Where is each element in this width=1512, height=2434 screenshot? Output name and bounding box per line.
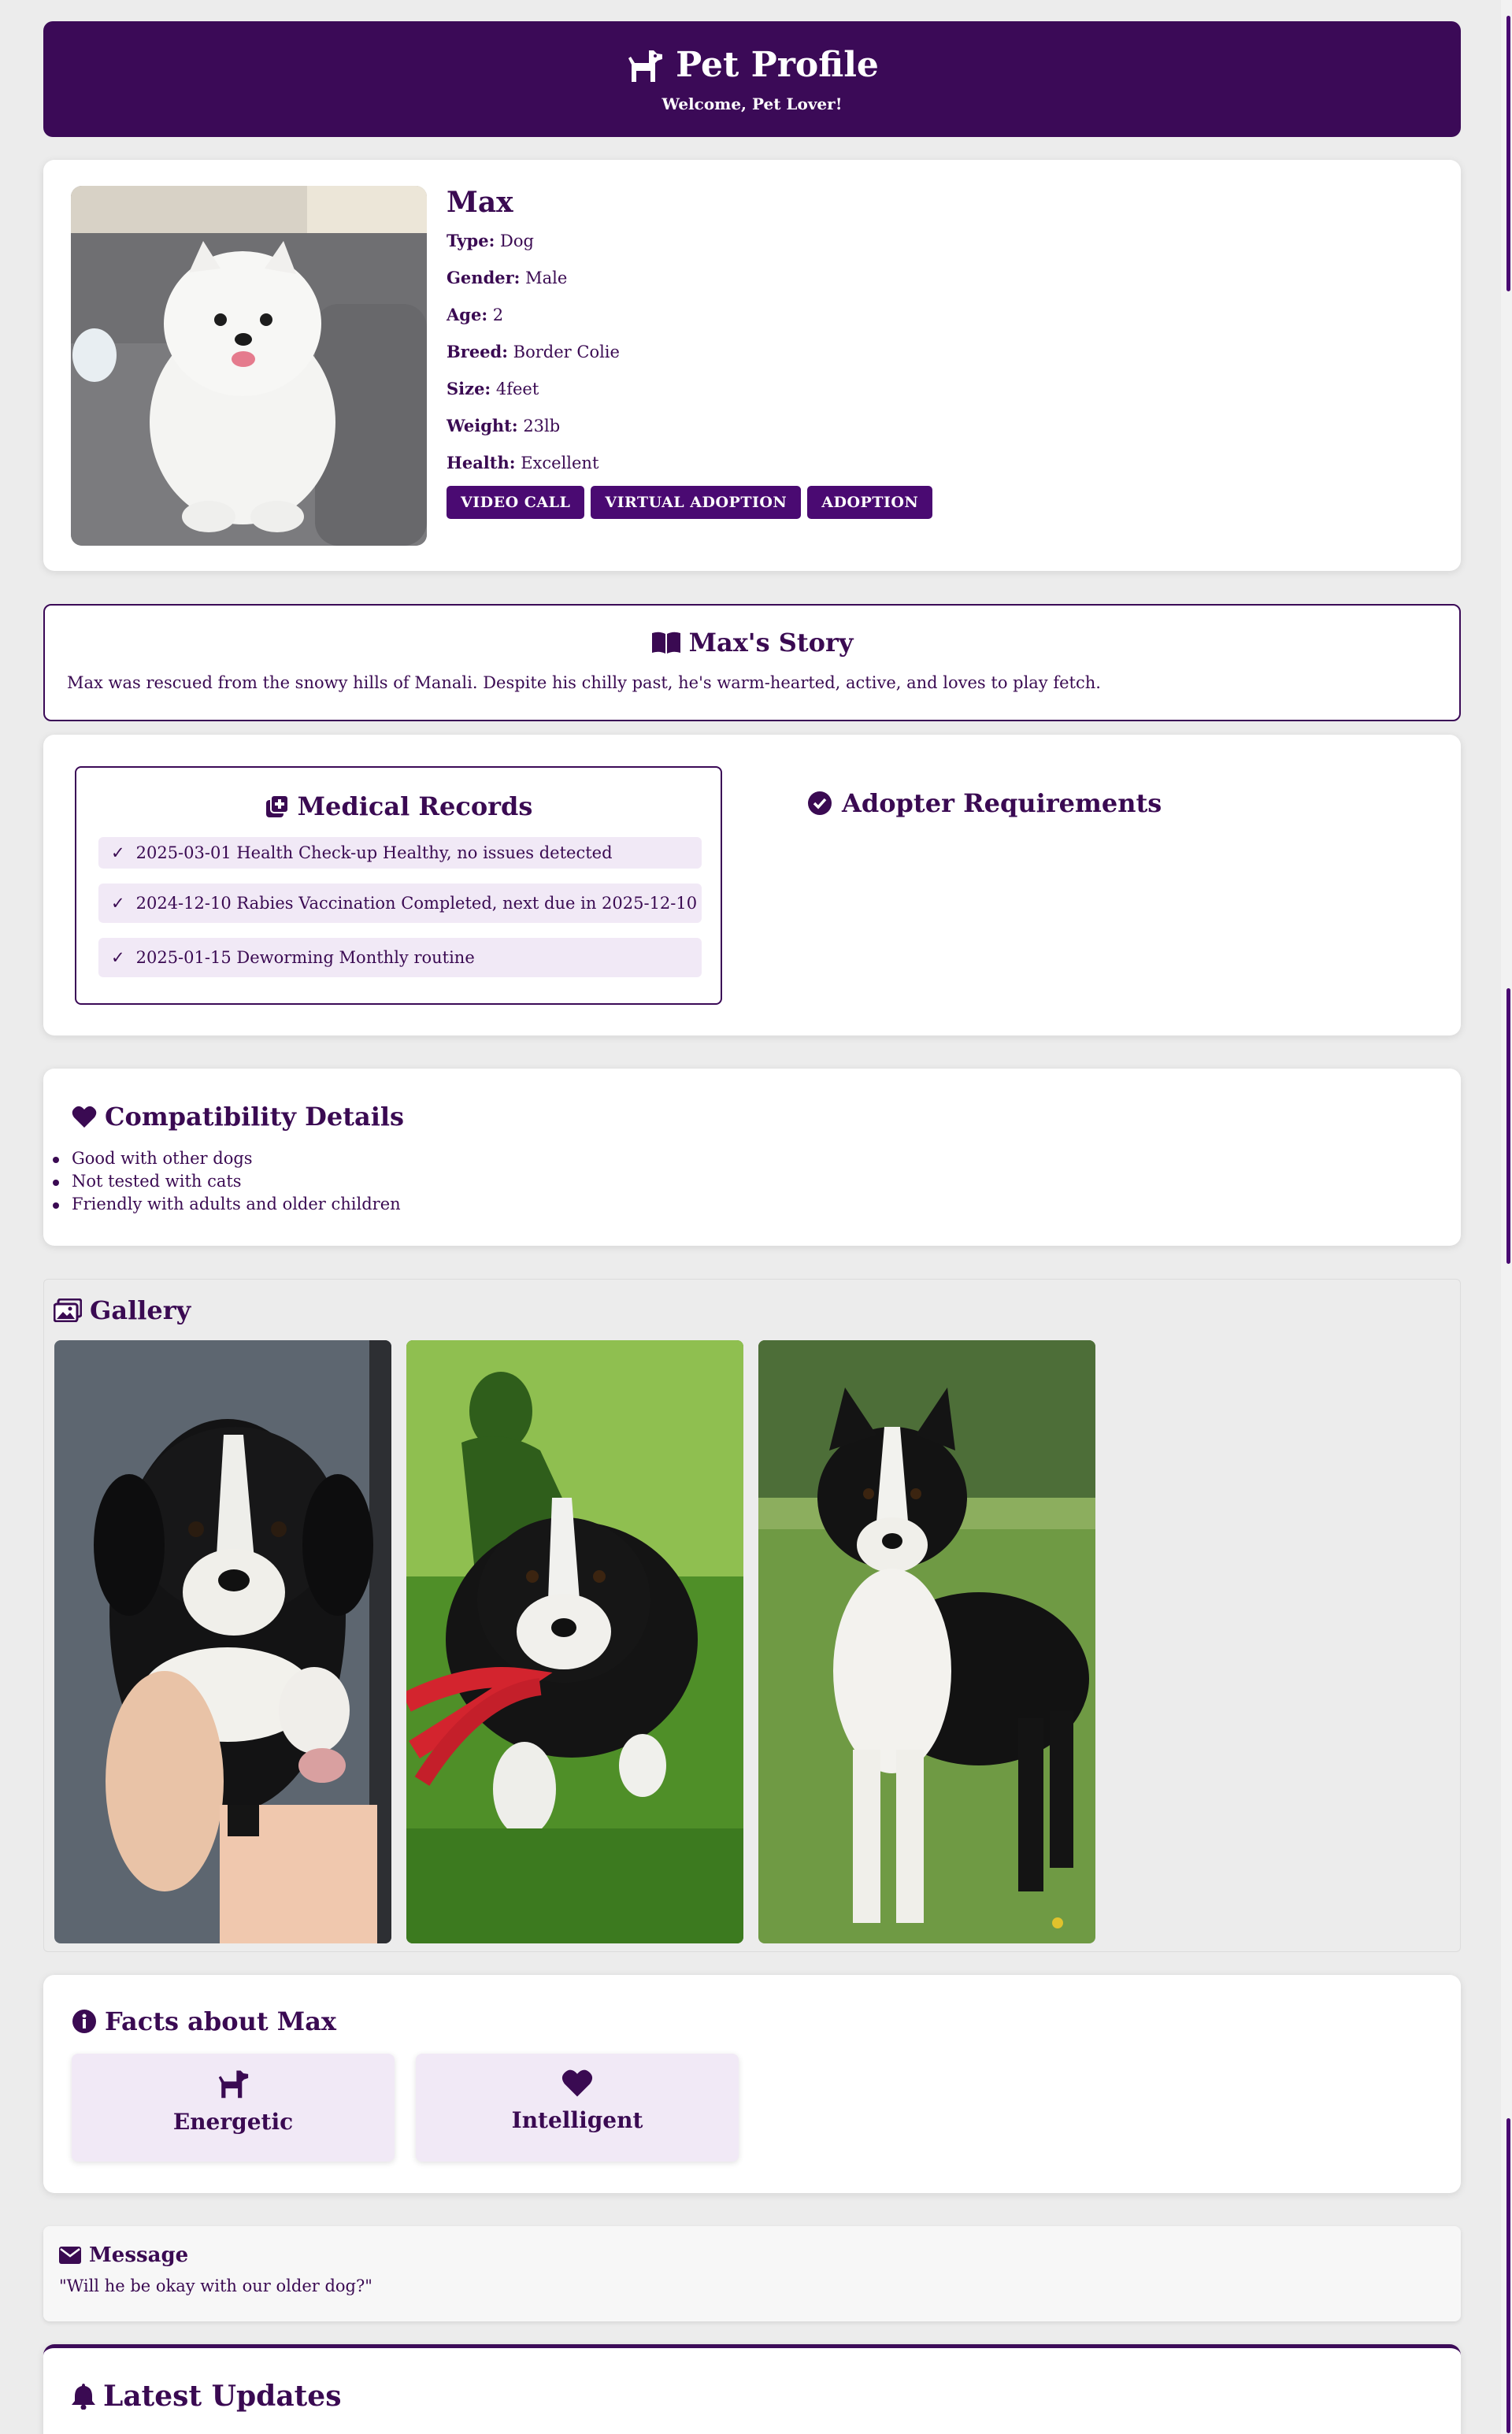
- images-icon: [54, 1299, 82, 1322]
- medical-record-item: ✓ 2025-01-15 Deworming Monthly routine: [98, 938, 702, 977]
- medical-record-text: 2025-01-15 Deworming Monthly routine: [135, 948, 475, 967]
- check-circle-icon: [808, 791, 832, 815]
- story-section: Max's Story Max was rescued from the sno…: [43, 604, 1461, 721]
- scrollbar-thumb[interactable]: [1506, 2118, 1510, 2433]
- gallery-image[interactable]: [758, 1340, 1095, 1943]
- adoption-button[interactable]: ADOPTION: [807, 486, 933, 519]
- gallery-title: Gallery: [54, 1295, 1460, 1325]
- page-title: Pet Profile: [43, 45, 1461, 85]
- medical-record-text: 2025-03-01 Health Check-up Healthy, no i…: [135, 843, 613, 862]
- field-value: 2: [492, 306, 504, 324]
- field-label: Size:: [447, 379, 491, 398]
- dog-icon: [72, 2068, 395, 2102]
- list-item: Not tested with cats: [53, 1170, 1461, 1193]
- field-value: Dog: [500, 232, 534, 250]
- page-subtitle: Welcome, Pet Lover!: [662, 94, 843, 113]
- field-label: Age:: [447, 305, 488, 324]
- compatibility-card: Compatibility Details Good with other do…: [43, 1069, 1461, 1246]
- fact-card-energetic: Energetic: [72, 2054, 395, 2162]
- envelope-icon: [59, 2247, 81, 2264]
- fact-label: Intelligent: [511, 2107, 643, 2133]
- field-label: Weight:: [447, 416, 518, 435]
- field-value: Male: [525, 269, 568, 287]
- pet-info: Max Type: Dog Gender: Male Age: 2 Breed:…: [447, 186, 933, 519]
- list-item: Good with other dogs: [53, 1147, 1461, 1170]
- field-value: Border Colie: [513, 343, 620, 361]
- gallery-image[interactable]: [406, 1340, 743, 1943]
- medical-record-text: 2024-12-10 Rabies Vaccination Completed,…: [135, 894, 698, 913]
- heart-icon: [72, 1106, 97, 1128]
- pet-field-gender: Gender: Male: [447, 267, 932, 289]
- video-call-button[interactable]: VIDEO CALL: [447, 486, 585, 519]
- pet-photo: [71, 186, 427, 546]
- medical-record-item: ✓ 2025-03-01 Health Check-up Healthy, no…: [98, 837, 702, 869]
- heart-icon: [416, 2068, 739, 2101]
- pet-name: Max: [447, 186, 513, 219]
- medical-adopter-card: Medical Records ✓ 2025-03-01 Health Chec…: [43, 735, 1461, 1035]
- scrollbar-thumb[interactable]: [1506, 988, 1510, 1264]
- check-icon: ✓: [111, 948, 125, 967]
- scrollbar-thumb[interactable]: [1506, 16, 1510, 291]
- medical-record-item: ✓ 2024-12-10 Rabies Vaccination Complete…: [98, 884, 702, 923]
- latest-updates-title: Latest Updates: [72, 2380, 1461, 2413]
- medical-records-box: Medical Records ✓ 2025-03-01 Health Chec…: [75, 766, 722, 1005]
- pet-field-age: Age: 2: [447, 304, 932, 326]
- dog-icon: [628, 50, 663, 82]
- latest-updates-title-text: Latest Updates: [103, 2380, 342, 2413]
- list-item: Friendly with adults and older children: [53, 1193, 1461, 1216]
- message-card: Message "Will he be okay with our older …: [43, 2226, 1461, 2321]
- gallery-image[interactable]: [54, 1340, 391, 1943]
- page-title-text: Pet Profile: [676, 45, 879, 85]
- fact-card-intelligent: Intelligent: [416, 2054, 739, 2162]
- book-open-icon: [651, 632, 680, 654]
- bell-icon: [72, 2384, 95, 2410]
- fact-label: Energetic: [172, 2109, 294, 2135]
- field-label: Type:: [447, 231, 495, 250]
- info-circle-icon: [72, 2010, 96, 2033]
- virtual-adoption-button[interactable]: VIRTUAL ADOPTION: [591, 486, 802, 519]
- facts-card: Facts about Max Energetic Intelligent: [43, 1975, 1461, 2193]
- check-icon: ✓: [111, 843, 125, 862]
- pet-field-type: Type: Dog: [447, 230, 932, 252]
- story-title: Max's Story: [45, 628, 1459, 658]
- pet-profile-card: Max Type: Dog Gender: Male Age: 2 Breed:…: [43, 160, 1461, 571]
- check-icon: ✓: [111, 894, 125, 913]
- field-value: Excellent: [521, 454, 599, 472]
- adopter-requirements-title: Adopter Requirements: [807, 788, 1162, 818]
- adopter-requirements-text: Adopter Requirements: [842, 788, 1162, 818]
- page-scrollbar[interactable]: [1501, 0, 1512, 2434]
- message-title: Message: [59, 2243, 1461, 2267]
- story-title-text: Max's Story: [688, 628, 854, 658]
- pet-field-breed: Breed: Border Colie: [447, 341, 932, 363]
- field-value: 23lb: [523, 417, 561, 435]
- field-label: Health:: [447, 453, 516, 472]
- pet-field-size: Size: 4feet: [447, 378, 932, 400]
- field-label: Breed:: [447, 342, 508, 361]
- message-text: "Will he be okay with our older dog?": [59, 2277, 372, 2295]
- compatibility-title-text: Compatibility Details: [105, 1102, 405, 1132]
- medical-records-list: ✓ 2025-03-01 Health Check-up Healthy, no…: [98, 837, 702, 992]
- compatibility-title: Compatibility Details: [72, 1102, 1461, 1132]
- gallery-title-text: Gallery: [90, 1295, 191, 1325]
- gallery-section: Gallery: [43, 1279, 1461, 1952]
- facts-title-text: Facts about Max: [105, 2006, 336, 2036]
- pet-field-weight: Weight: 23lb: [447, 415, 932, 437]
- message-title-text: Message: [89, 2243, 189, 2267]
- field-value: 4feet: [495, 380, 539, 398]
- medical-records-title-text: Medical Records: [297, 791, 533, 821]
- pet-field-health: Health: Excellent: [447, 452, 932, 474]
- field-label: Gender:: [447, 268, 521, 287]
- facts-title: Facts about Max: [72, 2006, 1461, 2036]
- action-buttons: VIDEO CALL VIRTUAL ADOPTION ADOPTION: [447, 486, 933, 519]
- medical-records-title: Medical Records: [76, 791, 721, 821]
- story-text: Max was rescued from the snowy hills of …: [67, 673, 1101, 692]
- compatibility-list: Good with other dogs Not tested with cat…: [53, 1147, 1461, 1216]
- latest-updates-card: Latest Updates: [43, 2344, 1461, 2434]
- page-header: Pet Profile Welcome, Pet Lover!: [43, 21, 1461, 137]
- medical-file-icon: [265, 795, 289, 817]
